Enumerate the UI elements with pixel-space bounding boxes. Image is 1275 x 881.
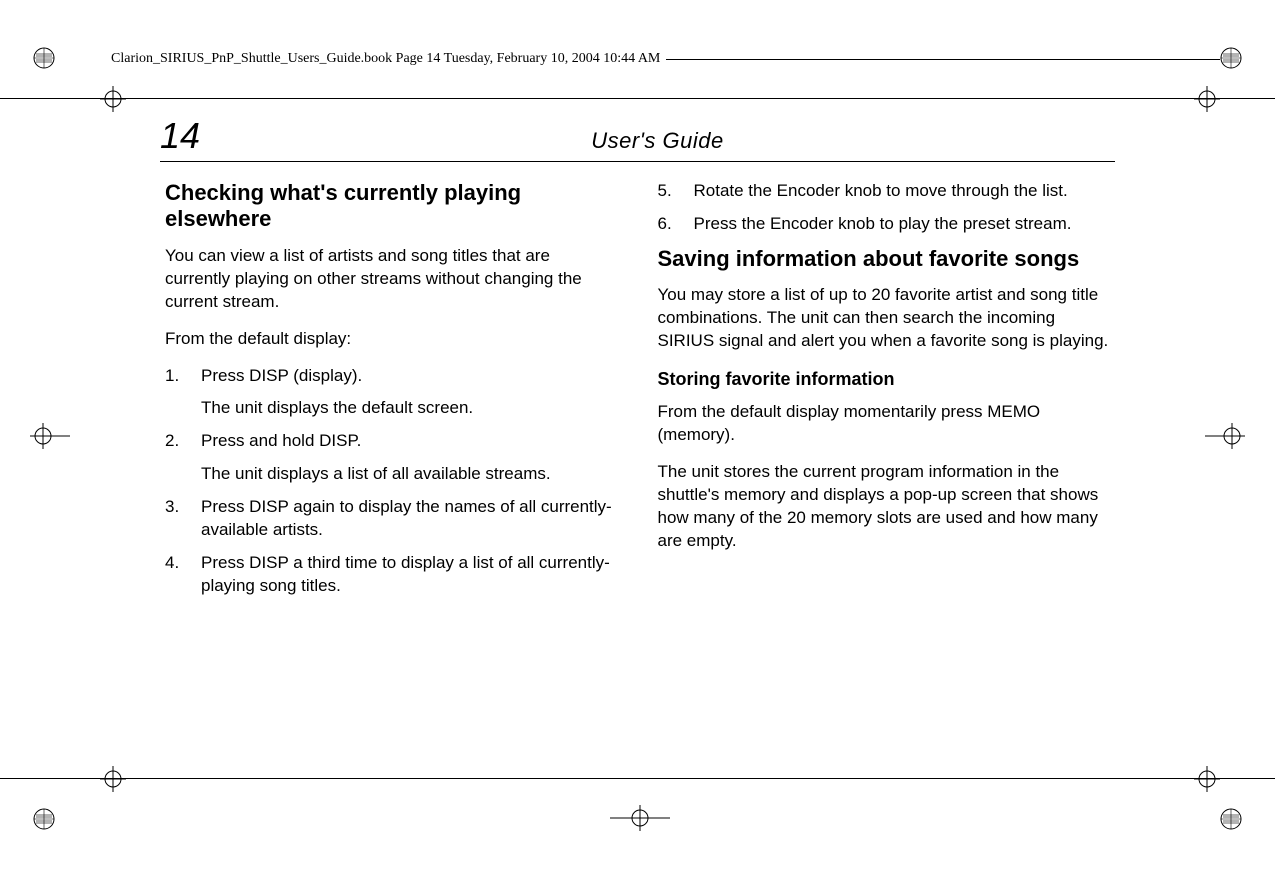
cross-mark [1194, 86, 1220, 112]
header-filename-line: Clarion_SIRIUS_PnP_Shuttle_Users_Guide.b… [105, 51, 1220, 67]
content-columns: Checking what's currently playing elsewh… [165, 180, 1110, 608]
list-text: Press the Encoder knob to play the prese… [694, 213, 1111, 236]
doc-title: User's Guide [200, 128, 1115, 154]
list-text: Press DISP again to display the names of… [201, 496, 618, 542]
list-body: Rotate the Encoder knob to move through … [694, 180, 1111, 203]
intro-paragraph: You may store a list of up to 20 favorit… [658, 284, 1111, 353]
list-number: 3. [165, 496, 201, 542]
list-item: 1. Press DISP (display). The unit displa… [165, 365, 618, 421]
column-right: 5. Rotate the Encoder knob to move throu… [658, 180, 1111, 608]
list-subtext: The unit displays the default screen. [201, 397, 618, 420]
list-body: Press DISP a third time to display a lis… [201, 552, 618, 598]
list-number: 4. [165, 552, 201, 598]
reg-mark-bottom-right [1217, 805, 1245, 833]
list-item: 6. Press the Encoder knob to play the pr… [658, 213, 1111, 236]
list-item: 3. Press DISP again to display the names… [165, 496, 618, 542]
cross-mark [1194, 766, 1220, 792]
section-heading: Checking what's currently playing elsewh… [165, 180, 618, 233]
lead-paragraph: From the default display: [165, 328, 618, 351]
list-subtext: The unit displays a list of all availabl… [201, 463, 618, 486]
top-crop-rule [0, 98, 1275, 99]
cross-mark [100, 86, 126, 112]
subsection-heading: Storing favorite information [658, 367, 1111, 391]
list-item: 4. Press DISP a third time to display a … [165, 552, 618, 598]
ordered-list-continued: 5. Rotate the Encoder knob to move throu… [658, 180, 1111, 236]
list-text: Rotate the Encoder knob to move through … [694, 180, 1111, 203]
cross-mark [30, 423, 70, 449]
reg-mark-top-right [1217, 44, 1245, 72]
page-number: 14 [160, 115, 200, 157]
list-body: Press and hold DISP. The unit displays a… [201, 430, 618, 486]
list-number: 6. [658, 213, 694, 236]
cross-mark [610, 805, 670, 831]
list-text: Press and hold DISP. [201, 430, 618, 453]
ordered-list: 1. Press DISP (display). The unit displa… [165, 365, 618, 599]
list-number: 5. [658, 180, 694, 203]
list-body: Press DISP again to display the names of… [201, 496, 618, 542]
reg-mark-top-left [30, 44, 58, 72]
list-text: Press DISP a third time to display a lis… [201, 552, 618, 598]
list-item: 2. Press and hold DISP. The unit display… [165, 430, 618, 486]
cross-mark [100, 766, 126, 792]
cross-mark [1205, 423, 1245, 449]
header-filename-text: Clarion_SIRIUS_PnP_Shuttle_Users_Guide.b… [105, 51, 666, 67]
list-number: 2. [165, 430, 201, 486]
list-item: 5. Rotate the Encoder knob to move throu… [658, 180, 1111, 203]
column-left: Checking what's currently playing elsewh… [165, 180, 618, 608]
list-body: Press the Encoder knob to play the prese… [694, 213, 1111, 236]
body-paragraph: From the default display momentarily pre… [658, 401, 1111, 447]
intro-paragraph: You can view a list of artists and song … [165, 245, 618, 314]
bottom-crop-rule [0, 778, 1275, 779]
section-heading: Saving information about favorite songs [658, 246, 1111, 272]
page-header: 14 User's Guide [160, 115, 1115, 162]
list-body: Press DISP (display). The unit displays … [201, 365, 618, 421]
list-text: Press DISP (display). [201, 365, 618, 388]
header-rule [666, 59, 1220, 60]
body-paragraph: The unit stores the current program info… [658, 461, 1111, 553]
reg-mark-bottom-left [30, 805, 58, 833]
list-number: 1. [165, 365, 201, 421]
